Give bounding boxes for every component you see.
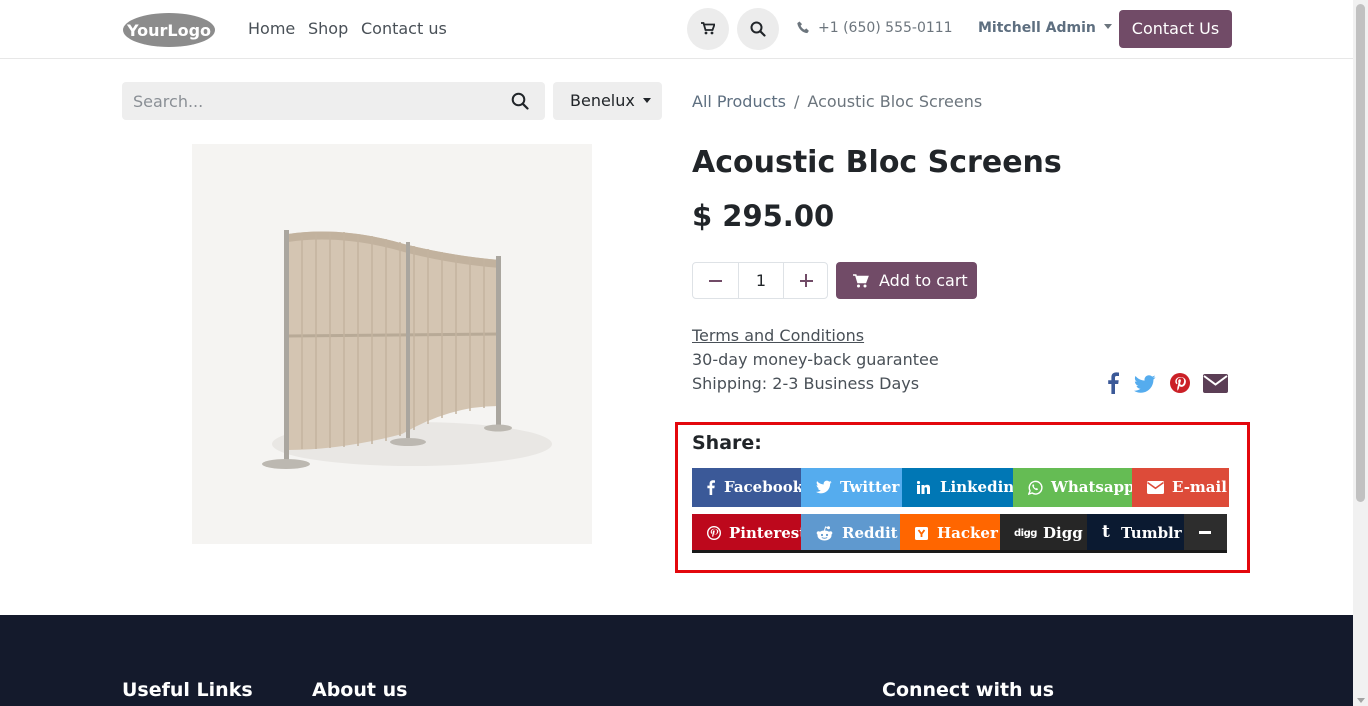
share-facebook-label: Facebook xyxy=(724,478,804,496)
share-title: Share: xyxy=(692,432,762,454)
add-to-cart-label: Add to cart xyxy=(879,271,968,290)
phone-number: +1 (650) 555-0111 xyxy=(818,20,953,36)
share-hacker-news-button[interactable]: Hacker xyxy=(900,514,1000,553)
share-digg-button[interactable]: digg Digg xyxy=(1000,514,1087,553)
breadcrumb-all-products[interactable]: All Products xyxy=(692,92,786,111)
user-menu[interactable]: Mitchell Admin xyxy=(978,20,1112,36)
linkedin-icon xyxy=(917,481,930,494)
twitter-icon[interactable] xyxy=(1134,375,1156,393)
search-input[interactable] xyxy=(122,82,502,120)
quantity-input[interactable]: 1 xyxy=(738,263,784,298)
site-header: YourLogo Home Shop Contact us +1 (650) 5… xyxy=(0,0,1353,59)
share-pinterest-button[interactable]: Pinterest xyxy=(692,514,806,553)
digg-icon: digg xyxy=(1014,528,1037,539)
share-tumblr-button[interactable]: t Tumblr xyxy=(1087,514,1184,553)
scroll-down-arrow-icon[interactable] xyxy=(1357,698,1365,703)
minus-icon xyxy=(1199,531,1211,534)
envelope-icon xyxy=(1147,481,1164,494)
reddit-icon xyxy=(816,526,833,541)
search-icon[interactable] xyxy=(511,92,529,110)
svg-text:YourLogo: YourLogo xyxy=(126,21,211,40)
phone-icon xyxy=(797,21,809,34)
footer-useful-links-heading: Useful Links xyxy=(122,679,253,701)
share-hacker-news-label: Hacker xyxy=(937,524,998,542)
whatsapp-icon xyxy=(1028,480,1043,495)
cart-button[interactable] xyxy=(687,8,729,50)
twitter-icon xyxy=(816,480,832,494)
share-whatsapp-label: Whatsapp xyxy=(1051,478,1135,496)
pinterest-icon[interactable] xyxy=(1170,373,1190,393)
share-twitter-button[interactable]: Twitter xyxy=(801,468,902,507)
share-collapse-button[interactable] xyxy=(1184,514,1227,553)
tumblr-icon: t xyxy=(1102,522,1110,542)
footer-connect-heading: Connect with us xyxy=(882,679,1055,701)
search-icon xyxy=(750,21,766,37)
share-whatsapp-button[interactable]: Whatsapp xyxy=(1013,468,1135,507)
nav-home[interactable]: Home xyxy=(248,19,295,38)
cart-icon xyxy=(853,274,869,288)
share-pinterest-label: Pinterest xyxy=(729,524,807,542)
share-twitter-label: Twitter xyxy=(840,478,900,496)
guarantee-text: 30-day money-back guarantee xyxy=(692,350,939,369)
envelope-icon[interactable] xyxy=(1203,374,1228,393)
product-price: $ 295.00 xyxy=(692,199,835,233)
minus-icon xyxy=(709,280,722,282)
nav-shop[interactable]: Shop xyxy=(308,19,348,38)
nav-contact[interactable]: Contact us xyxy=(361,19,447,38)
pricelist-label: Benelux xyxy=(570,91,635,110)
plus-icon-vertical xyxy=(805,274,807,287)
facebook-icon[interactable] xyxy=(1106,372,1120,394)
share-facebook-button[interactable]: Facebook xyxy=(692,468,804,507)
contact-us-button[interactable]: Contact Us xyxy=(1119,10,1232,48)
footer-about-heading: About us xyxy=(312,679,408,701)
share-email-label: E-mail xyxy=(1172,478,1227,496)
quantity-decrease-button[interactable] xyxy=(693,263,738,298)
hacker-news-icon xyxy=(915,527,928,540)
acoustic-screen-picture xyxy=(262,230,552,469)
terms-link[interactable]: Terms and Conditions xyxy=(692,326,864,345)
quantity-stepper: 1 xyxy=(692,262,828,299)
shipping-text: Shipping: 2-3 Business Days xyxy=(692,374,920,393)
share-digg-label: Digg xyxy=(1043,524,1083,542)
product-image[interactable] xyxy=(192,144,592,544)
product-title: Acoustic Bloc Screens xyxy=(692,145,1062,180)
share-reddit-label: Reddit xyxy=(842,524,898,542)
scrollbar-thumb[interactable] xyxy=(1356,4,1365,502)
site-footer: Useful Links About us Connect with us xyxy=(0,615,1353,706)
share-linkedin-label: Linkedin xyxy=(940,478,1015,496)
share-linkedin-button[interactable]: Linkedin xyxy=(902,468,1015,507)
breadcrumb: All Products / Acoustic Bloc Screens xyxy=(692,92,982,111)
product-search xyxy=(122,82,545,120)
share-tumblr-label: Tumblr xyxy=(1121,524,1182,542)
search-toggle-button[interactable] xyxy=(737,8,779,50)
phone-link[interactable]: +1 (650) 555-0111 xyxy=(797,20,953,36)
pricelist-dropdown[interactable]: Benelux xyxy=(553,82,662,120)
facebook-icon xyxy=(707,480,715,495)
share-reddit-button[interactable]: Reddit xyxy=(801,514,900,553)
breadcrumb-separator: / xyxy=(794,92,800,111)
quantity-increase-button[interactable] xyxy=(784,263,828,298)
company-logo[interactable]: YourLogo xyxy=(122,11,216,49)
user-name: Mitchell Admin xyxy=(978,20,1096,36)
chevron-down-icon xyxy=(642,98,651,103)
share-email-button[interactable]: E-mail xyxy=(1132,468,1229,507)
page-scrollbar[interactable] xyxy=(1353,0,1368,706)
add-to-cart-button[interactable]: Add to cart xyxy=(836,262,977,299)
cart-icon xyxy=(701,22,715,35)
chevron-down-icon xyxy=(1103,24,1112,29)
pinterest-icon xyxy=(707,526,721,540)
breadcrumb-current: Acoustic Bloc Screens xyxy=(807,92,983,111)
